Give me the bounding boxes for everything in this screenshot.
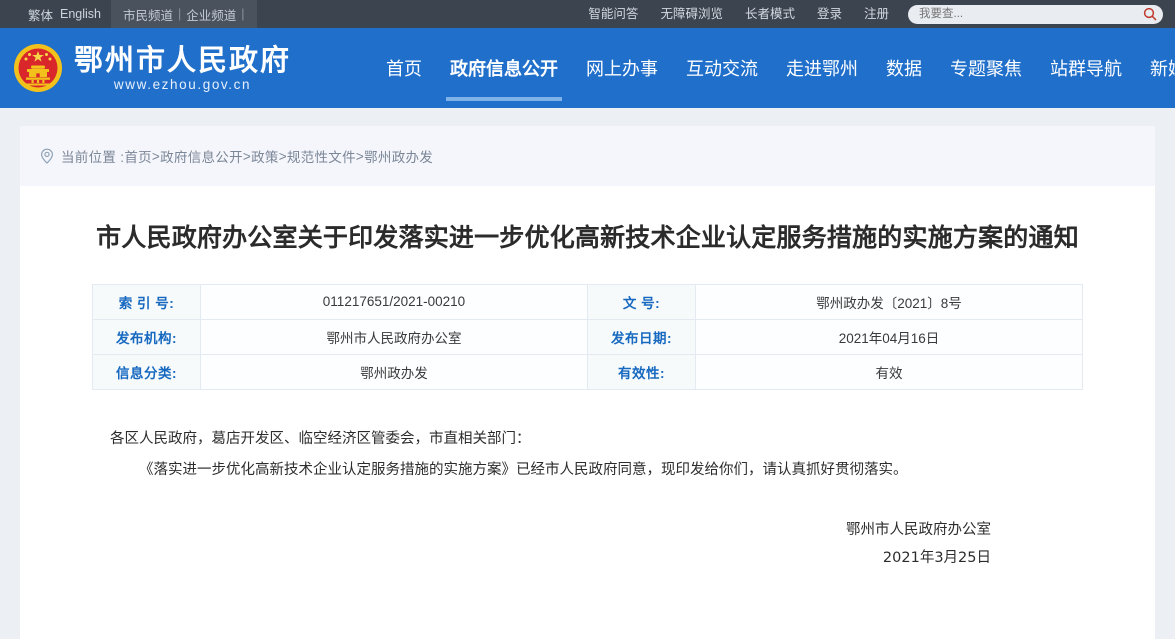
breadcrumb-item-disclosure[interactable]: 政府信息公开 [160, 146, 243, 166]
nav-item-online-services[interactable]: 网上办事 [572, 28, 672, 108]
search-box[interactable] [908, 4, 1163, 24]
nav-item-government-info-disclosure[interactable]: 政府信息公开 [436, 28, 572, 108]
channel-switcher: 市民频道 | 企业频道 | [111, 0, 257, 28]
site-header: 鄂州市人民政府 www.ezhou.gov.cn 首页 政府信息公开 网上办事 … [0, 28, 1175, 108]
breadcrumb-prefix: 当前位置 : [61, 150, 125, 165]
meta-label-issuing-agency: 发布机构: [92, 318, 201, 355]
smart-qa-link[interactable]: 智能问答 [577, 0, 649, 28]
nav-item-interaction[interactable]: 互动交流 [672, 28, 772, 108]
nav-item-home[interactable]: 首页 [372, 28, 436, 108]
meta-value-category: 鄂州政办发 [200, 353, 588, 390]
site-title: 鄂州市人民政府 [74, 42, 292, 77]
search-input[interactable] [908, 4, 1163, 24]
breadcrumb-item-ezhou-zhengbanfa[interactable]: 鄂州政办发 [364, 146, 433, 166]
meta-value-issuing-agency: 鄂州市人民政府办公室 [200, 318, 588, 355]
main-navigation: 首页 政府信息公开 网上办事 互动交流 走进鄂州 数据 专题聚焦 站群导航 新媒… [372, 28, 1175, 108]
channel-citizen-link[interactable]: 市民频道 [123, 5, 173, 24]
search-icon[interactable] [1143, 7, 1157, 21]
breadcrumb: 当前位置 : 首页 > 政府信息公开 > 政策 > 规范性文件 > 鄂州政办发 [20, 126, 1155, 186]
table-row: 索 引 号: 011217651/2021-00210 文 号: 鄂州政办发〔2… [92, 283, 1083, 320]
breadcrumb-sep-3: > [278, 148, 287, 164]
document-card: 市人民政府办公室关于印发落实进一步优化高新技术企业认定服务措施的实施方案的通知 … [20, 186, 1155, 639]
national-emblem-icon [12, 42, 64, 94]
nav-item-data[interactable]: 数据 [872, 28, 936, 108]
channel-separator-2: | [241, 7, 245, 21]
accessibility-link[interactable]: 无障碍浏览 [649, 0, 734, 28]
meta-value-publish-date: 2021年04月16日 [695, 318, 1083, 355]
site-brand[interactable]: 鄂州市人民政府 www.ezhou.gov.cn [12, 42, 291, 94]
document-meta-table: 索 引 号: 011217651/2021-00210 文 号: 鄂州政办发〔2… [92, 283, 1083, 390]
channel-separator-1: | [178, 7, 182, 21]
breadcrumb-sep-4: > [355, 148, 365, 164]
breadcrumb-sep-1: > [151, 148, 161, 164]
meta-value-validity: 有效 [695, 353, 1083, 390]
meta-value-index-number: 011217651/2021-00210 [200, 283, 588, 320]
meta-value-doc-number: 鄂州政办发〔2021〕8号 [695, 283, 1083, 320]
body-paragraph-salutation: 各区人民政府，葛店开发区、临空经济区管委会，市直相关部门： [110, 430, 531, 447]
signature-organization: 鄂州市人民政府办公室 [846, 521, 991, 538]
lang-traditional-link[interactable]: 繁体 [28, 5, 53, 24]
lang-english-link[interactable]: English [60, 7, 101, 21]
meta-label-validity: 有效性: [587, 353, 696, 390]
meta-label-doc-number: 文 号: [587, 283, 696, 320]
register-link[interactable]: 注册 [853, 0, 900, 28]
nav-item-new-media[interactable]: 新媒体 [1136, 28, 1175, 108]
table-row: 发布机构: 鄂州市人民政府办公室 发布日期: 2021年04月16日 [92, 318, 1083, 355]
nav-item-about-ezhou[interactable]: 走进鄂州 [772, 28, 872, 108]
meta-label-category: 信息分类: [92, 353, 201, 390]
topbar-left-group: 繁体 English 市民频道 | 企业频道 | [0, 0, 257, 28]
page-title: 市人民政府办公室关于印发落实进一步优化高新技术企业认定服务措施的实施方案的通知 [96, 223, 1079, 252]
brand-text-block: 鄂州市人民政府 www.ezhou.gov.cn [74, 42, 292, 93]
breadcrumb-item-home[interactable]: 首页 [124, 146, 152, 166]
breadcrumb-item-normative-docs[interactable]: 规范性文件 [287, 146, 356, 166]
meta-label-index-number: 索 引 号: [92, 283, 201, 320]
table-row: 信息分类: 鄂州政办发 有效性: 有效 [92, 353, 1083, 390]
topbar-right-group: 智能问答 无障碍浏览 长者模式 登录 注册 [577, 0, 1175, 28]
nav-item-site-navigation[interactable]: 站群导航 [1036, 28, 1136, 108]
breadcrumb-item-policy[interactable]: 政策 [251, 146, 279, 166]
breadcrumb-sep-2: > [242, 148, 252, 164]
location-pin-icon [40, 148, 54, 164]
body-paragraph-main: 《落实进一步优化高新技术企业认定服务措施的实施方案》已经市人民政府同意，现印发给… [139, 461, 908, 478]
signature-date: 2021年3月25日 [882, 550, 991, 567]
search-icon-glyph [1143, 7, 1157, 21]
site-url: www.ezhou.gov.cn [113, 77, 252, 93]
login-link[interactable]: 登录 [806, 0, 853, 28]
nav-item-special-topics[interactable]: 专题聚焦 [936, 28, 1036, 108]
elder-mode-link[interactable]: 长者模式 [734, 0, 806, 28]
meta-label-publish-date: 发布日期: [587, 318, 696, 355]
channel-enterprise-link[interactable]: 企业频道 [186, 5, 236, 24]
language-switcher: 繁体 English [0, 0, 111, 28]
document-signature: 鄂州市人民政府办公室 2021年3月25日 [110, 516, 991, 573]
document-body: 各区人民政府，葛店开发区、临空经济区管委会，市直相关部门： 《落实进一步优化高新… [110, 424, 1065, 573]
top-utility-bar: 繁体 English 市民频道 | 企业频道 | 智能问答 无障碍浏览 长者模式… [0, 0, 1175, 28]
